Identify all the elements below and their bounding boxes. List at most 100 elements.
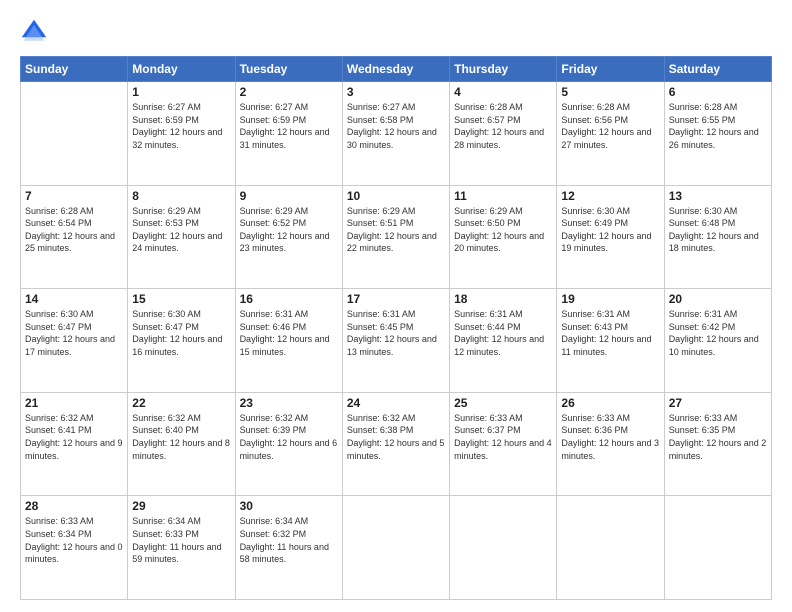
calendar-cell: 25Sunrise: 6:33 AM Sunset: 6:37 PM Dayli… [450,392,557,496]
calendar-cell: 14Sunrise: 6:30 AM Sunset: 6:47 PM Dayli… [21,289,128,393]
day-header-wednesday: Wednesday [342,57,449,82]
calendar-cell [342,496,449,600]
day-info: Sunrise: 6:27 AM Sunset: 6:58 PM Dayligh… [347,101,445,151]
day-info: Sunrise: 6:32 AM Sunset: 6:41 PM Dayligh… [25,412,123,462]
day-number: 17 [347,292,445,306]
day-info: Sunrise: 6:34 AM Sunset: 6:33 PM Dayligh… [132,515,230,565]
week-row-4: 28 Sunrise: 6:33 AM Sunset: 6:34 PM Dayli… [21,496,772,600]
calendar-cell: 29 Sunrise: 6:34 AM Sunset: 6:33 PM Dayli… [128,496,235,600]
page: SundayMondayTuesdayWednesdayThursdayFrid… [0,0,792,612]
day-info: Sunrise: 6:31 AM Sunset: 6:45 PM Dayligh… [347,308,445,358]
calendar-cell [557,496,664,600]
calendar-cell: 27 Sunrise: 6:33 AM Sunset: 6:35 PM Dayli… [664,392,771,496]
day-header-friday: Friday [557,57,664,82]
day-number: 12 [561,189,659,203]
day-number: 18 [454,292,552,306]
day-info: Sunrise: 6:29 AM Sunset: 6:53 PM Dayligh… [132,205,230,255]
day-info: Sunrise: 6:29 AM Sunset: 6:52 PM Dayligh… [240,205,338,255]
calendar-table: SundayMondayTuesdayWednesdayThursdayFrid… [20,56,772,600]
day-number: 30 [240,499,338,513]
day-info: Sunrise: 6:31 AM Sunset: 6:46 PM Dayligh… [240,308,338,358]
day-number: 23 [240,396,338,410]
day-info: Sunrise: 6:28 AM Sunset: 6:54 PM Dayligh… [25,205,123,255]
day-info: Sunrise: 6:29 AM Sunset: 6:51 PM Dayligh… [347,205,445,255]
day-number: 28 [25,499,123,513]
day-info: Sunrise: 6:32 AM Sunset: 6:39 PM Dayligh… [240,412,338,462]
calendar-cell: 6 Sunrise: 6:28 AM Sunset: 6:55 PM Daylig… [664,82,771,186]
day-number: 24 [347,396,445,410]
day-info: Sunrise: 6:28 AM Sunset: 6:57 PM Dayligh… [454,101,552,151]
day-number: 6 [669,85,767,99]
calendar-header-row: SundayMondayTuesdayWednesdayThursdayFrid… [21,57,772,82]
calendar-cell: 22 Sunrise: 6:32 AM Sunset: 6:40 PM Dayli… [128,392,235,496]
day-info: Sunrise: 6:33 AM Sunset: 6:36 PM Dayligh… [561,412,659,462]
day-number: 5 [561,85,659,99]
day-info: Sunrise: 6:33 AM Sunset: 6:37 PM Dayligh… [454,412,552,462]
day-info: Sunrise: 6:29 AM Sunset: 6:50 PM Dayligh… [454,205,552,255]
day-number: 16 [240,292,338,306]
calendar-cell [21,82,128,186]
day-number: 27 [669,396,767,410]
calendar-cell: 13 Sunrise: 6:30 AM Sunset: 6:48 PM Dayli… [664,185,771,289]
calendar-cell: 5 Sunrise: 6:28 AM Sunset: 6:56 PM Daylig… [557,82,664,186]
day-info: Sunrise: 6:30 AM Sunset: 6:47 PM Dayligh… [25,308,123,358]
calendar-cell: 21 Sunrise: 6:32 AM Sunset: 6:41 PM Dayli… [21,392,128,496]
calendar-cell [664,496,771,600]
day-number: 26 [561,396,659,410]
day-info: Sunrise: 6:31 AM Sunset: 6:44 PM Dayligh… [454,308,552,358]
calendar-cell: 28 Sunrise: 6:33 AM Sunset: 6:34 PM Dayli… [21,496,128,600]
calendar-cell: 15Sunrise: 6:30 AM Sunset: 6:47 PM Dayli… [128,289,235,393]
day-number: 29 [132,499,230,513]
day-number: 19 [561,292,659,306]
day-number: 9 [240,189,338,203]
week-row-3: 21 Sunrise: 6:32 AM Sunset: 6:41 PM Dayli… [21,392,772,496]
logo-icon [20,18,48,46]
header [20,18,772,46]
day-number: 4 [454,85,552,99]
day-info: Sunrise: 6:27 AM Sunset: 6:59 PM Dayligh… [132,101,230,151]
calendar-cell: 26 Sunrise: 6:33 AM Sunset: 6:36 PM Dayli… [557,392,664,496]
day-info: Sunrise: 6:28 AM Sunset: 6:55 PM Dayligh… [669,101,767,151]
calendar-cell: 19 Sunrise: 6:31 AM Sunset: 6:43 PM Dayli… [557,289,664,393]
day-info: Sunrise: 6:31 AM Sunset: 6:43 PM Dayligh… [561,308,659,358]
day-number: 11 [454,189,552,203]
day-info: Sunrise: 6:30 AM Sunset: 6:47 PM Dayligh… [132,308,230,358]
calendar-cell: 8Sunrise: 6:29 AM Sunset: 6:53 PM Daylig… [128,185,235,289]
day-info: Sunrise: 6:33 AM Sunset: 6:35 PM Dayligh… [669,412,767,462]
day-info: Sunrise: 6:34 AM Sunset: 6:32 PM Dayligh… [240,515,338,565]
day-number: 20 [669,292,767,306]
week-row-2: 14Sunrise: 6:30 AM Sunset: 6:47 PM Dayli… [21,289,772,393]
day-info: Sunrise: 6:27 AM Sunset: 6:59 PM Dayligh… [240,101,338,151]
calendar-cell: 12 Sunrise: 6:30 AM Sunset: 6:49 PM Dayli… [557,185,664,289]
calendar-cell: 10 Sunrise: 6:29 AM Sunset: 6:51 PM Dayli… [342,185,449,289]
day-info: Sunrise: 6:33 AM Sunset: 6:34 PM Dayligh… [25,515,123,565]
day-number: 1 [132,85,230,99]
day-number: 7 [25,189,123,203]
calendar-cell: 7 Sunrise: 6:28 AM Sunset: 6:54 PM Daylig… [21,185,128,289]
calendar-cell [450,496,557,600]
day-number: 2 [240,85,338,99]
calendar-cell: 17 Sunrise: 6:31 AM Sunset: 6:45 PM Dayli… [342,289,449,393]
day-header-tuesday: Tuesday [235,57,342,82]
calendar-cell: 11 Sunrise: 6:29 AM Sunset: 6:50 PM Dayli… [450,185,557,289]
day-info: Sunrise: 6:30 AM Sunset: 6:48 PM Dayligh… [669,205,767,255]
calendar-cell: 24Sunrise: 6:32 AM Sunset: 6:38 PM Dayli… [342,392,449,496]
day-header-monday: Monday [128,57,235,82]
calendar-cell: 16 Sunrise: 6:31 AM Sunset: 6:46 PM Dayli… [235,289,342,393]
day-number: 13 [669,189,767,203]
day-header-thursday: Thursday [450,57,557,82]
day-info: Sunrise: 6:32 AM Sunset: 6:40 PM Dayligh… [132,412,230,462]
day-info: Sunrise: 6:30 AM Sunset: 6:49 PM Dayligh… [561,205,659,255]
week-row-0: 1 Sunrise: 6:27 AM Sunset: 6:59 PM Daylig… [21,82,772,186]
calendar-cell: 1 Sunrise: 6:27 AM Sunset: 6:59 PM Daylig… [128,82,235,186]
day-number: 10 [347,189,445,203]
day-number: 21 [25,396,123,410]
day-info: Sunrise: 6:31 AM Sunset: 6:42 PM Dayligh… [669,308,767,358]
day-info: Sunrise: 6:28 AM Sunset: 6:56 PM Dayligh… [561,101,659,151]
calendar-cell: 4 Sunrise: 6:28 AM Sunset: 6:57 PM Daylig… [450,82,557,186]
logo [20,18,52,46]
calendar-cell: 18 Sunrise: 6:31 AM Sunset: 6:44 PM Dayli… [450,289,557,393]
calendar-cell: 20 Sunrise: 6:31 AM Sunset: 6:42 PM Dayli… [664,289,771,393]
day-number: 22 [132,396,230,410]
week-row-1: 7 Sunrise: 6:28 AM Sunset: 6:54 PM Daylig… [21,185,772,289]
